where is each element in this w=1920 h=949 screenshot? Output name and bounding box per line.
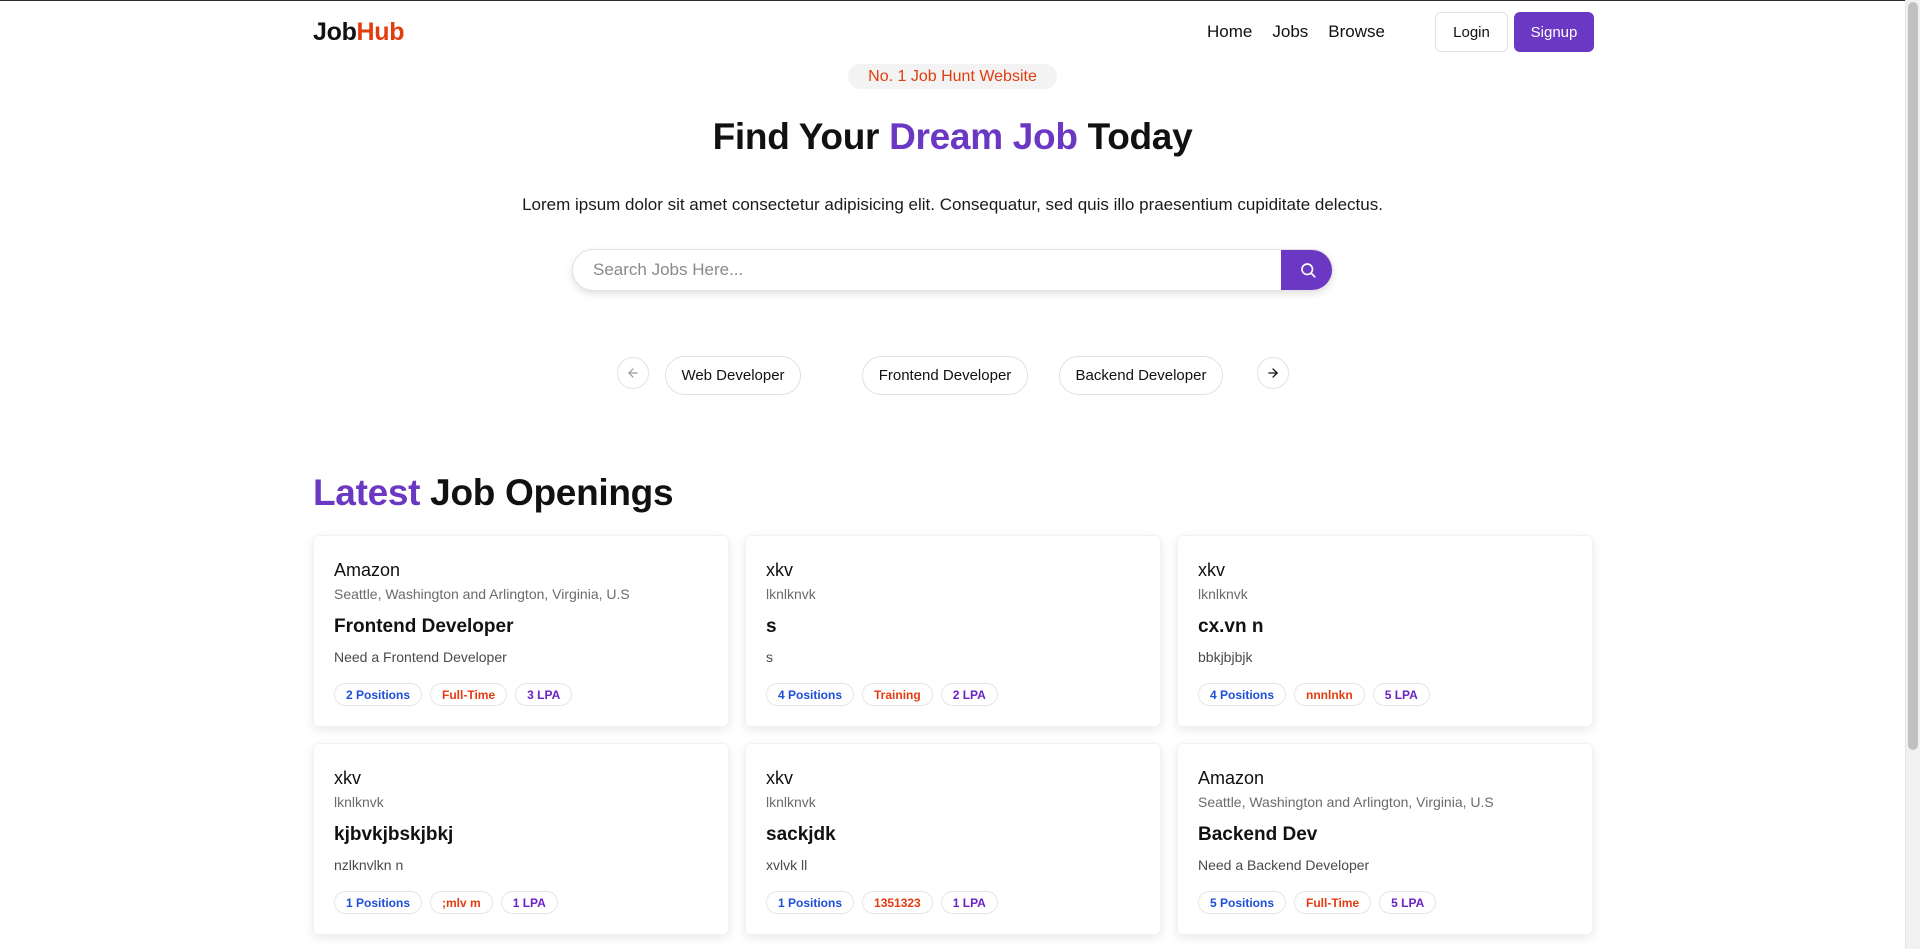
job-type-badge: Training [862, 683, 933, 706]
logo[interactable]: JobHub [313, 18, 405, 47]
salary-badge: 5 LPA [1372, 683, 1430, 706]
job-tags: 1 Positions 1351323 1 LPA [766, 891, 998, 914]
scrollbar-thumb[interactable] [1908, 2, 1918, 750]
salary-badge: 5 LPA [1379, 891, 1437, 914]
job-description: Need a Backend Developer [1198, 857, 1370, 873]
job-tags: 4 Positions nnnlnkn 5 LPA [1198, 683, 1430, 706]
logo-job: Job [313, 18, 357, 46]
positions-badge: 2 Positions [334, 683, 423, 706]
salary-badge: 2 LPA [940, 683, 998, 706]
carousel-prev-button[interactable] [617, 357, 649, 389]
positions-badge: 1 Positions [766, 891, 855, 914]
hero-title-pre: Find Your [712, 116, 890, 157]
job-description: xvlvk ll [766, 857, 808, 873]
job-card[interactable]: Amazon Seattle, Washington and Arlington… [313, 535, 729, 727]
category-chip[interactable]: Web Developer [665, 356, 801, 395]
login-button[interactable]: Login [1435, 12, 1508, 52]
job-tags: 2 Positions Full-Time 3 LPA [334, 683, 573, 706]
job-card[interactable]: xkv lknlknvk cx.vn n bbkjbjbjk 4 Positio… [1177, 535, 1593, 727]
logo-hub: Hub [356, 18, 405, 46]
positions-badge: 5 Positions [1198, 891, 1287, 914]
arrow-right-icon [1268, 368, 1278, 378]
job-title: Frontend Developer [334, 616, 514, 637]
search-icon [1300, 263, 1316, 278]
hero-title: Find Your Dream Job Today [0, 116, 1905, 158]
job-tags: 1 Positions ;mlv m 1 LPA [334, 891, 558, 914]
job-type-badge: nnnlnkn [1294, 683, 1365, 706]
positions-badge: 4 Positions [766, 683, 855, 706]
job-type-badge: ;mlv m [430, 891, 493, 914]
salary-badge: 1 LPA [940, 891, 998, 914]
search-input[interactable] [573, 250, 1281, 290]
window-top-border [0, 0, 1920, 1]
hero-description: Lorem ipsum dolor sit amet consectetur a… [522, 195, 1383, 214]
job-title: sackjdk [766, 824, 836, 845]
job-type-badge: Full-Time [430, 683, 508, 706]
hero-title-post: Today [1077, 116, 1193, 157]
job-card[interactable]: xkv lknlknvk s s 4 Positions Training 2 … [745, 535, 1161, 727]
salary-badge: 1 LPA [500, 891, 558, 914]
category-chip[interactable]: Frontend Developer [862, 356, 1028, 395]
job-description: Need a Frontend Developer [334, 649, 507, 665]
search-button[interactable] [1281, 250, 1332, 290]
section-title-accent: Latest [313, 472, 421, 513]
nav-link-home[interactable]: Home [1207, 22, 1252, 42]
hero-title-accent: Dream Job [889, 116, 1078, 157]
navbar: JobHub Home Jobs Browse Login Signup [313, 12, 1594, 54]
job-location: lknlknvk [334, 794, 384, 810]
job-type-badge: 1351323 [862, 891, 933, 914]
job-title: kjbvkjbskjbkj [334, 824, 454, 845]
job-company: xkv [334, 768, 361, 788]
section-title-rest: Job Openings [420, 472, 674, 513]
latest-jobs-title: Latest Job Openings [313, 472, 674, 514]
nav-link-browse[interactable]: Browse [1328, 22, 1385, 42]
job-title: s [766, 616, 777, 637]
job-tags: 5 Positions Full-Time 5 LPA [1198, 891, 1437, 914]
job-card[interactable]: xkv lknlknvk kjbvkjbskjbkj nzlknvlkn n 1… [313, 743, 729, 935]
job-title: cx.vn n [1198, 616, 1264, 637]
positions-badge: 1 Positions [334, 891, 423, 914]
category-chip[interactable]: Backend Developer [1059, 356, 1223, 395]
job-company: Amazon [334, 560, 401, 580]
job-company: xkv [1198, 560, 1225, 580]
carousel-next-button[interactable] [1257, 357, 1289, 389]
job-type-badge: Full-Time [1294, 891, 1372, 914]
signup-button[interactable]: Signup [1514, 12, 1594, 52]
job-description: bbkjbjbjk [1198, 649, 1253, 665]
job-description: nzlknvlkn n [334, 857, 404, 873]
job-title: Backend Dev [1198, 824, 1318, 845]
job-company: Amazon [1198, 768, 1265, 788]
hero-badge: No. 1 Job Hunt Website [848, 64, 1057, 89]
job-company: xkv [766, 768, 793, 788]
job-location: Seattle, Washington and Arlington, Virgi… [1198, 794, 1494, 810]
job-tags: 4 Positions Training 2 LPA [766, 683, 998, 706]
job-description: s [766, 649, 773, 665]
job-location: lknlknvk [766, 586, 816, 602]
job-location: lknlknvk [1198, 586, 1248, 602]
salary-badge: 3 LPA [515, 683, 573, 706]
nav-link-jobs[interactable]: Jobs [1272, 22, 1308, 42]
job-location: lknlknvk [766, 794, 816, 810]
job-location: Seattle, Washington and Arlington, Virgi… [334, 586, 630, 602]
job-card[interactable]: Amazon Seattle, Washington and Arlington… [1177, 743, 1593, 935]
job-company: xkv [766, 560, 793, 580]
job-card[interactable]: xkv lknlknvk sackjdk xvlvk ll 1 Position… [745, 743, 1161, 935]
search-bar [572, 249, 1333, 291]
positions-badge: 4 Positions [1198, 683, 1287, 706]
arrow-left-icon [628, 368, 638, 378]
nav-links: Home Jobs Browse [1207, 22, 1385, 42]
